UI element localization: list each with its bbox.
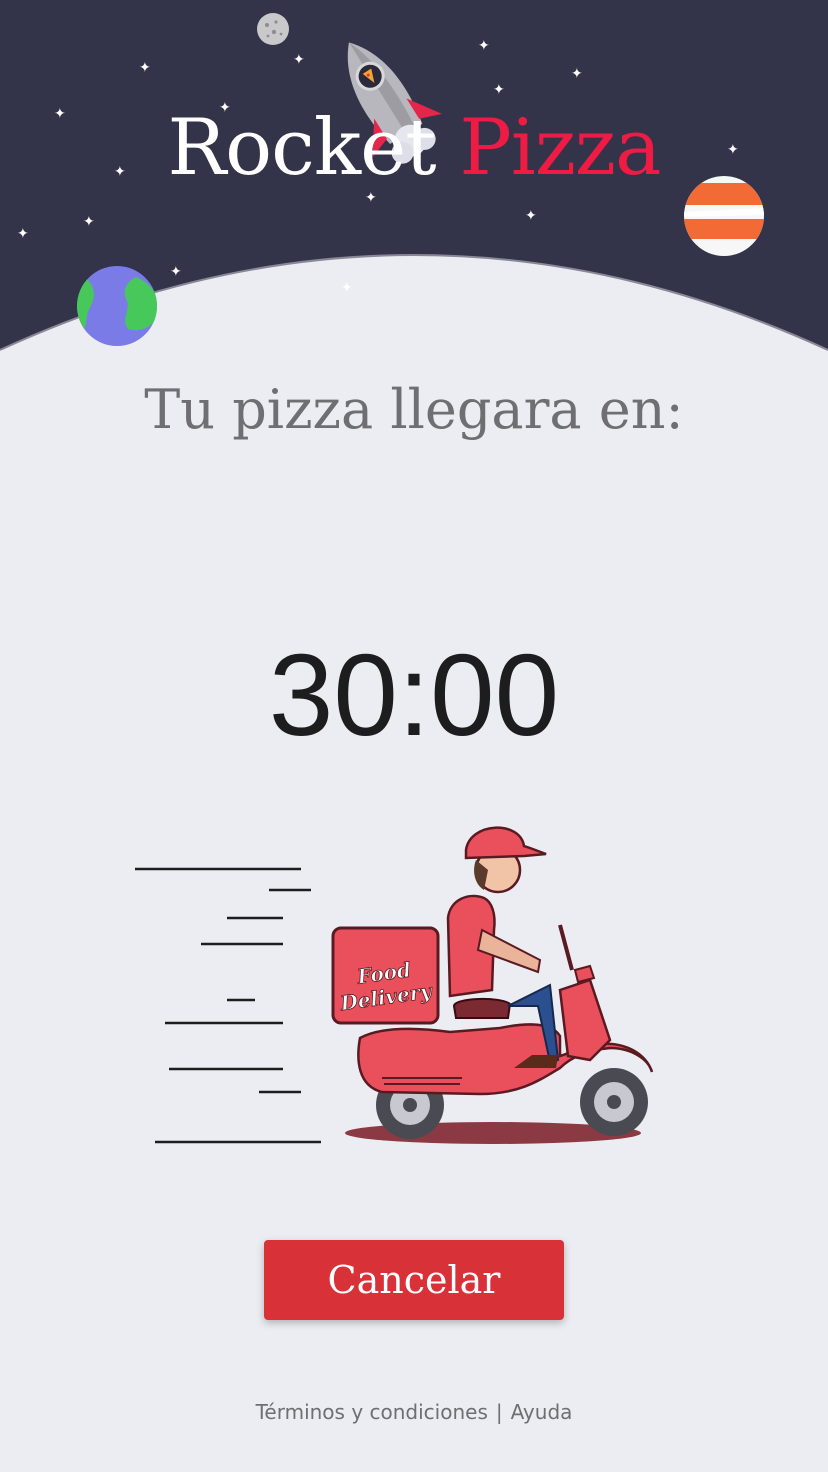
star-icon: ✦ (341, 280, 353, 296)
brand-word-rocket: Rocket (167, 103, 436, 193)
star-icon: ✦ (478, 38, 490, 54)
brand-logo: Rocket Pizza (0, 102, 828, 194)
delivery-subtitle: Tu pizza llegara en: (144, 378, 684, 441)
countdown-timer: 30:00 (268, 630, 560, 760)
footer-separator: | (495, 1400, 503, 1424)
star-icon: ✦ (170, 264, 182, 280)
star-icon: ✦ (83, 214, 95, 230)
star-icon: ✦ (17, 226, 29, 242)
star-icon: ✦ (493, 82, 505, 98)
star-icon: ✦ (525, 208, 537, 224)
star-icon: ✦ (139, 60, 151, 76)
moon-icon (257, 13, 289, 45)
cancel-button[interactable]: Cancelar (264, 1240, 564, 1320)
delivery-scooter-illustration: Food Delivery (135, 826, 654, 1144)
terms-link[interactable]: Términos y condiciones (256, 1400, 488, 1424)
help-link[interactable]: Ayuda (511, 1400, 573, 1424)
brand-word-pizza: Pizza (459, 103, 661, 193)
star-icon: ✦ (293, 52, 305, 68)
footer-links: Términos y condiciones | Ayuda (0, 1400, 828, 1424)
earth-planet-icon (77, 266, 157, 346)
star-icon: ✦ (571, 66, 583, 82)
